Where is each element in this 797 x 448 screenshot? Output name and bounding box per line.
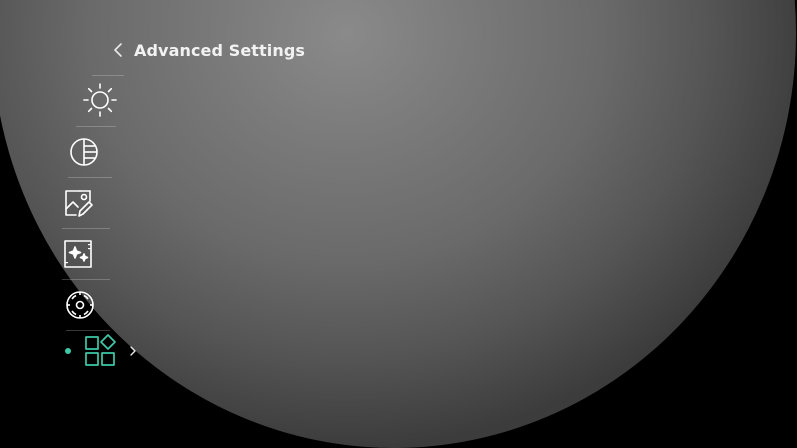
image-sparkle-icon <box>64 240 92 268</box>
viewfinder-screen: Advanced Settings <box>0 0 797 448</box>
menu-divider <box>76 126 116 127</box>
menu-divider <box>92 75 124 76</box>
menu-item-function-settings[interactable] <box>62 330 152 376</box>
chevron-left-icon[interactable] <box>110 40 126 60</box>
apps-grid-icon <box>85 334 116 366</box>
menu-item-calibration[interactable] <box>58 285 138 331</box>
chevron-right-icon <box>130 346 136 356</box>
image-edit-icon <box>65 190 93 217</box>
contrast-icon <box>70 138 98 166</box>
page-title: Advanced Settings <box>134 40 306 60</box>
header: Advanced Settings <box>110 38 305 62</box>
active-indicator <box>65 348 71 354</box>
target-calibration-icon <box>66 291 94 319</box>
menu-item-image-edit[interactable] <box>56 183 136 229</box>
menu-item-contrast[interactable] <box>62 132 142 178</box>
menu-item-image-enhance[interactable] <box>56 234 136 280</box>
menu-item-brightness[interactable] <box>78 80 158 126</box>
sun-icon <box>83 83 117 117</box>
